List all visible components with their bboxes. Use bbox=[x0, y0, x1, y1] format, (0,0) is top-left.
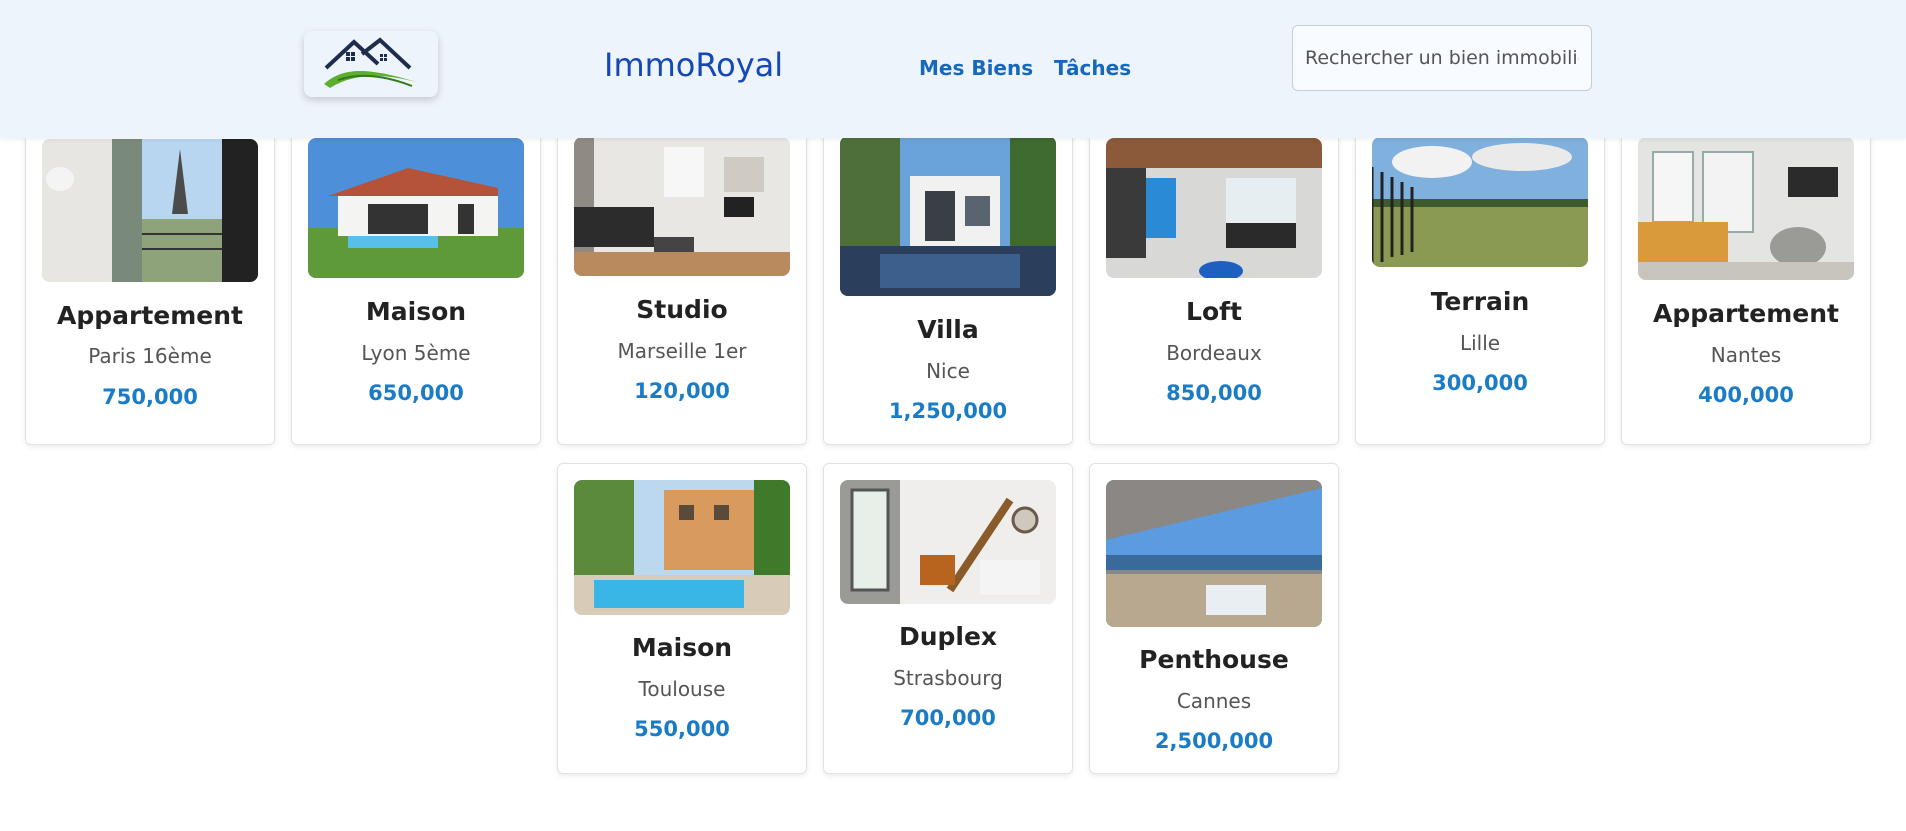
property-title: Appartement bbox=[1653, 299, 1839, 328]
living-room-photo bbox=[1638, 137, 1854, 280]
property-title: Loft bbox=[1186, 297, 1242, 326]
nav-taches[interactable]: Tâches bbox=[1054, 56, 1131, 80]
property-title: Maison bbox=[365, 297, 467, 326]
brand-name[interactable]: ImmoRoyal bbox=[604, 46, 783, 84]
property-price: 400,000 bbox=[1698, 383, 1794, 407]
property-price: 300,000 bbox=[1432, 371, 1528, 395]
top-navbar: ImmoRoyal Mes Biens Tâches bbox=[0, 0, 1906, 138]
paris-balcony-photo bbox=[42, 139, 258, 282]
property-price: 700,000 bbox=[900, 706, 996, 730]
house-pool-photo bbox=[308, 138, 524, 278]
property-card[interactable]: Studio Marseille 1er 120,000 bbox=[557, 98, 807, 445]
search-input[interactable] bbox=[1292, 25, 1592, 91]
property-card[interactable]: Terrain Lille 300,000 bbox=[1355, 98, 1605, 445]
property-card[interactable]: Penthouse Cannes 2,500,000 bbox=[1089, 463, 1339, 774]
property-title: Appartement bbox=[57, 301, 243, 330]
studio-interior-photo bbox=[574, 137, 790, 276]
property-location: Toulouse bbox=[638, 677, 726, 701]
property-location: Lille bbox=[1459, 331, 1501, 355]
property-price: 550,000 bbox=[634, 717, 730, 741]
property-card[interactable]: Villa Nice 1,250,000 bbox=[823, 98, 1073, 445]
property-location: Nantes bbox=[1710, 343, 1782, 367]
property-title: Penthouse bbox=[1139, 645, 1289, 674]
property-card[interactable]: Maison Lyon 5ème 650,000 bbox=[291, 98, 541, 445]
property-location: Paris 16ème bbox=[88, 344, 212, 368]
house-pool-garden-photo bbox=[574, 480, 790, 615]
property-location: Strasbourg bbox=[893, 666, 1003, 690]
property-title: Studio bbox=[636, 295, 728, 324]
property-title: Terrain bbox=[1430, 287, 1530, 316]
property-location: Lyon 5ème bbox=[361, 341, 471, 365]
property-title: Villa bbox=[917, 315, 979, 344]
property-location: Nice bbox=[926, 359, 970, 383]
duplex-staircase-photo bbox=[840, 480, 1056, 604]
brand-logo[interactable] bbox=[304, 31, 438, 97]
property-location: Cannes bbox=[1176, 689, 1252, 713]
loft-interior-photo bbox=[1106, 138, 1322, 278]
property-card[interactable]: Maison Toulouse 550,000 bbox=[557, 463, 807, 774]
penthouse-terrace-photo bbox=[1106, 480, 1322, 627]
property-price: 650,000 bbox=[368, 381, 464, 405]
field-photo bbox=[1372, 137, 1588, 267]
villa-pool-photo bbox=[840, 136, 1056, 296]
property-price: 850,000 bbox=[1166, 381, 1262, 405]
property-card[interactable]: Appartement Paris 16ème 750,000 bbox=[25, 98, 275, 445]
house-logo-icon bbox=[324, 37, 416, 88]
property-title: Maison bbox=[631, 633, 733, 662]
property-price: 2,500,000 bbox=[1154, 729, 1274, 753]
property-card[interactable]: Duplex Strasbourg 700,000 bbox=[823, 463, 1073, 774]
property-card[interactable]: Loft Bordeaux 850,000 bbox=[1089, 98, 1339, 445]
property-card[interactable]: Appartement Nantes 400,000 bbox=[1621, 98, 1871, 445]
property-price: 120,000 bbox=[634, 379, 730, 403]
property-price: 750,000 bbox=[102, 385, 198, 409]
property-price: 1,250,000 bbox=[888, 399, 1008, 423]
property-title: Duplex bbox=[898, 622, 998, 651]
property-location: Bordeaux bbox=[1166, 341, 1262, 365]
property-location: Marseille 1er bbox=[617, 339, 747, 363]
nav-mes-biens[interactable]: Mes Biens bbox=[919, 56, 1033, 80]
